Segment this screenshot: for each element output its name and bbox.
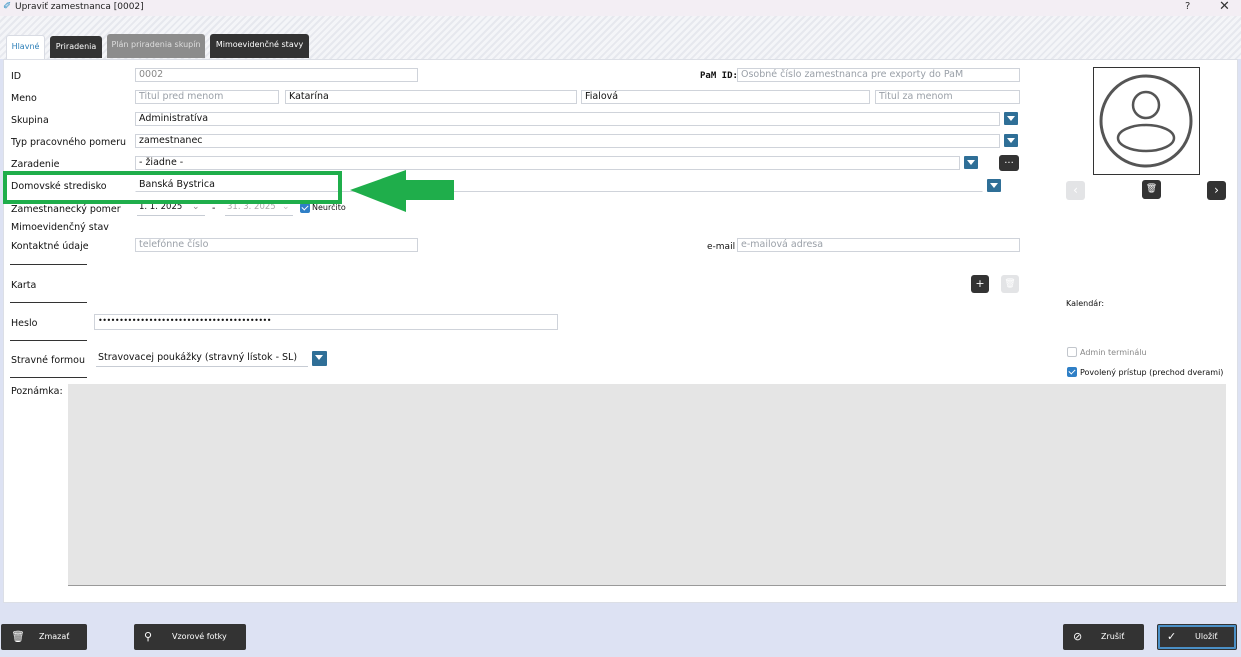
sample-photos-button[interactable]: ⚲ Vzorové fotky	[134, 624, 246, 650]
stredisko-dropdown-icon[interactable]	[987, 179, 1001, 192]
separator	[10, 302, 87, 303]
povoleny-pristup-label: Povolený prístup (prechod dverami)	[1080, 368, 1224, 377]
last-name-field[interactable]: Fialová	[581, 90, 870, 104]
highlight-box	[3, 171, 342, 204]
stravne-dropdown-icon[interactable]	[312, 351, 327, 366]
first-name-field[interactable]: Katarína	[285, 90, 577, 104]
poznamka-label: Poznámka:	[11, 386, 63, 397]
pomer-label: Zamestnanecký pomer	[11, 204, 121, 215]
tab-mimoevidencne-stavy[interactable]: Mimoevidenčné stavy	[210, 34, 309, 58]
heslo-label: Heslo	[11, 318, 38, 329]
delete-button-label: Zmazať	[39, 632, 70, 641]
typ-dropdown-icon[interactable]	[1004, 134, 1018, 147]
povoleny-pristup-checkbox[interactable]	[1067, 367, 1077, 377]
tab-plan-priradenia[interactable]: Plán priradenia skupín	[107, 34, 205, 58]
pam-label: PaM ID:	[700, 71, 738, 81]
neurcito-checkbox[interactable]	[300, 203, 310, 213]
save-button-label: Uložiť	[1195, 632, 1218, 641]
pam-id-field[interactable]: Osobné číslo zamestnanca pre exporty do …	[737, 68, 1020, 82]
stravne-label: Stravné formou	[11, 355, 85, 366]
search-icon: ⚲	[144, 630, 153, 643]
email-field[interactable]: e-mailová adresa	[737, 238, 1020, 252]
neurcito-label: Neurčito	[312, 203, 346, 212]
next-photo-button[interactable]: ›	[1207, 181, 1226, 200]
delete-photo-button[interactable]: 🗑	[1142, 180, 1161, 199]
cancel-button-label: Zrušiť	[1101, 632, 1125, 641]
id-label: ID	[11, 71, 22, 82]
delete-button[interactable]: 🗑 Zmazať	[1, 624, 87, 650]
mimo-label: Mimoevidenčný stav	[11, 222, 109, 233]
note-textarea[interactable]	[68, 384, 1226, 586]
trash-icon: 🗑	[11, 630, 25, 643]
titul-pred-field[interactable]: Titul pred menom	[135, 90, 279, 104]
tab-hlavne[interactable]: Hlavné	[6, 35, 45, 59]
separator	[10, 377, 87, 378]
delete-card-button[interactable]: 🗑	[1001, 275, 1019, 293]
titul-za-field[interactable]: Titul za menom	[875, 90, 1020, 104]
save-button[interactable]: ✓ Uložiť	[1157, 624, 1237, 650]
cancel-icon: ⊘	[1073, 630, 1083, 643]
admin-terminal-checkbox[interactable]	[1067, 347, 1077, 357]
zaradenie-label: Zaradenie	[11, 159, 60, 170]
arrow-left-icon	[350, 170, 454, 212]
phone-field[interactable]: telefónne číslo	[135, 238, 418, 252]
admin-terminal-label: Admin terminálu	[1080, 348, 1147, 357]
app-icon: ✐	[3, 1, 12, 12]
help-button[interactable]: ?	[1185, 1, 1190, 12]
sample-photos-label: Vzorové fotky	[172, 632, 227, 641]
zaradenie-dropdown-icon[interactable]	[964, 156, 978, 169]
stravne-select[interactable]: Stravovacej poukážky (stravný lístok - S…	[96, 351, 308, 367]
photo-frame[interactable]	[1093, 67, 1200, 175]
kalendar-label: Kalendár:	[1066, 299, 1105, 308]
cancel-button[interactable]: ⊘ Zrušiť	[1063, 624, 1144, 650]
typ-label: Typ pracovného pomeru	[11, 137, 126, 148]
avatar-icon	[1099, 74, 1193, 168]
meno-label: Meno	[11, 93, 37, 104]
zaradenie-select[interactable]: - žiadne -	[135, 156, 960, 170]
email-label: e-mail	[707, 242, 736, 252]
tab-priradenia[interactable]: Priradenia	[50, 36, 102, 58]
separator	[10, 264, 87, 265]
password-field[interactable]: ••••••••••••••••••••••••••••••••••••••••…	[94, 314, 558, 330]
skupina-select[interactable]: Administratíva	[135, 112, 1000, 126]
title-bar	[0, 0, 1241, 16]
skupina-label: Skupina	[11, 115, 49, 126]
id-field[interactable]: 0002	[135, 68, 418, 82]
pomer-dash: -	[212, 203, 216, 214]
typ-select[interactable]: zamestnanec	[135, 134, 1000, 148]
add-card-button[interactable]: +	[971, 275, 989, 293]
zaradenie-more-button[interactable]: ...	[999, 155, 1019, 171]
window-title: Upraviť zamestnanca [0002]	[15, 2, 144, 12]
kontakt-label: Kontaktné údaje	[11, 241, 89, 252]
prev-photo-button[interactable]: ‹	[1066, 181, 1085, 200]
karta-label: Karta	[11, 280, 37, 291]
close-button[interactable]: ✕	[1219, 0, 1230, 14]
check-icon: ✓	[1167, 630, 1177, 643]
separator	[10, 340, 87, 341]
skupina-dropdown-icon[interactable]	[1004, 112, 1018, 125]
